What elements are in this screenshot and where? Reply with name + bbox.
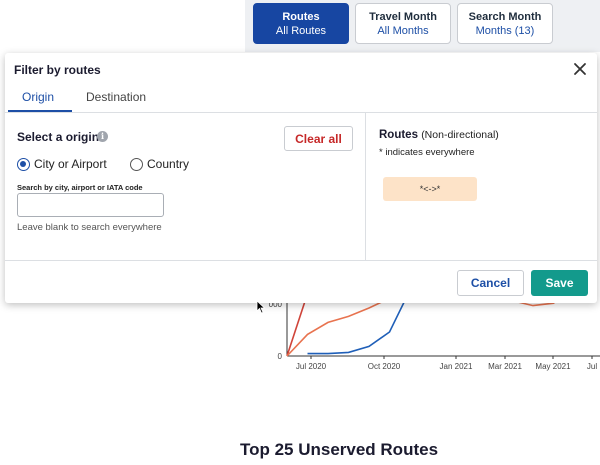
tab-origin[interactable]: Origin	[22, 90, 54, 104]
radio-unchecked-icon	[130, 157, 143, 171]
modal-footer: Cancel Save	[5, 260, 597, 303]
routes-filter-value: All Routes	[275, 24, 327, 37]
x-tick-label: Jan 2021	[440, 362, 473, 371]
tab-destination[interactable]: Destination	[86, 90, 146, 104]
search-month-filter-button[interactable]: Search Month Months (13)	[457, 3, 553, 44]
x-tick-label: Jul	[587, 362, 597, 371]
routes-title-text: Routes	[379, 129, 418, 141]
y-tick-label: 0	[278, 352, 283, 361]
radio-city-or-airport[interactable]: City or Airport	[17, 157, 107, 171]
routes-subtitle: (Non-directional)	[421, 129, 499, 141]
cancel-button[interactable]: Cancel	[457, 270, 524, 296]
route-chip[interactable]: *<->*	[383, 177, 477, 201]
travel-month-filter-value: All Months	[377, 24, 429, 37]
info-icon[interactable]: i	[97, 131, 108, 142]
routes-title: Routes (Non-directional)	[379, 129, 499, 141]
radio-checked-icon	[17, 157, 30, 171]
routes-filter-title: Routes	[282, 10, 320, 23]
chart-x-tick-labels: Jul 2020 Oct 2020 Jan 2021 Mar 2021 May 2021…	[296, 356, 597, 371]
x-tick-label: May 2021	[535, 362, 571, 371]
chart-title: Top 25 Unserved Routes	[239, 440, 439, 459]
search-month-filter-title: Search Month	[468, 10, 542, 23]
radio-city-label: City or Airport	[34, 157, 107, 171]
search-hint: Leave blank to search everywhere	[17, 222, 162, 233]
routes-note: * indicates everywhere	[379, 147, 475, 158]
search-field-label: Search by city, airport or IATA code	[17, 183, 143, 192]
origin-panel: Select a origin i Clear all City or Airp…	[5, 113, 366, 260]
travel-month-filter-button[interactable]: Travel Month All Months	[355, 3, 451, 44]
search-month-filter-value: Months (13)	[475, 24, 535, 37]
chart-y-tick-labels: 0000	[269, 300, 283, 361]
routes-panel: Routes (Non-directional) * indicates eve…	[367, 113, 597, 260]
active-tab-indicator	[8, 110, 72, 112]
radio-country-label: Country	[147, 157, 190, 171]
clear-all-button[interactable]: Clear all	[284, 126, 353, 151]
routes-filter-button[interactable]: Routes All Routes	[253, 3, 349, 44]
save-button[interactable]: Save	[531, 270, 588, 296]
search-input[interactable]	[17, 193, 164, 217]
modal-tabs: Origin Destination	[5, 83, 597, 113]
x-tick-label: Mar 2021	[488, 362, 522, 371]
travel-month-filter-title: Travel Month	[369, 10, 437, 23]
x-tick-label: Oct 2020	[368, 362, 401, 371]
modal-title: Filter by routes	[14, 63, 101, 77]
mouse-cursor-icon	[256, 300, 266, 314]
radio-country[interactable]: Country	[130, 157, 189, 171]
filter-routes-modal: Filter by routes Origin Destination Sele…	[5, 53, 597, 303]
section-title: Select a origin	[17, 130, 100, 144]
x-tick-label: Jul 2020	[296, 362, 327, 371]
close-icon[interactable]	[572, 61, 588, 77]
